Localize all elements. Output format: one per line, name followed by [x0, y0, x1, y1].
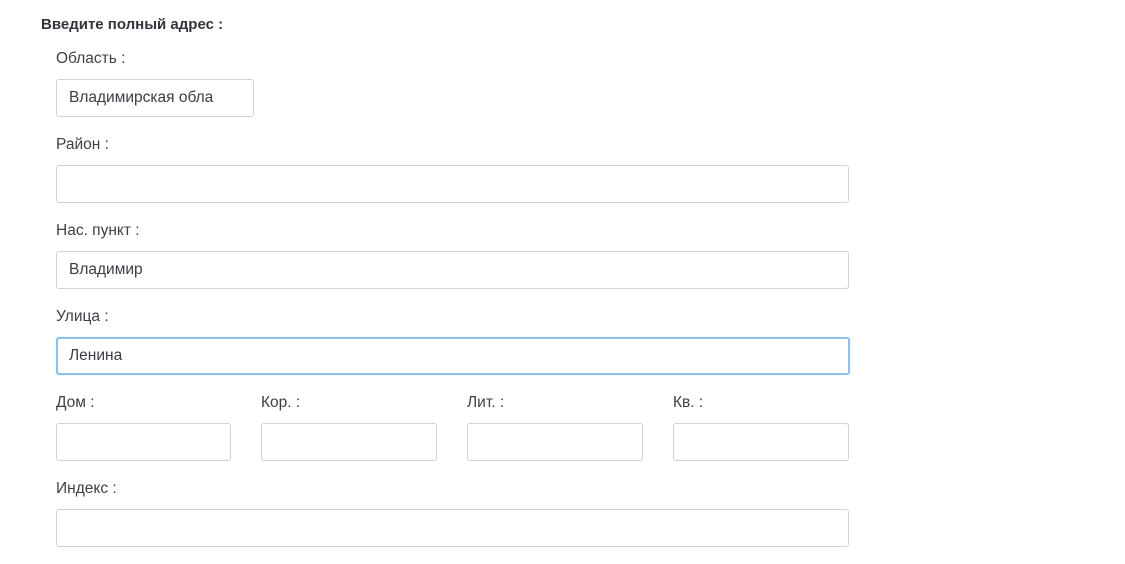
- postcode-input[interactable]: [56, 509, 849, 547]
- form-title: Введите полный адрес :: [41, 16, 224, 33]
- street-input[interactable]: [56, 337, 850, 375]
- region-input[interactable]: [56, 79, 254, 117]
- house-input[interactable]: [56, 423, 231, 461]
- district-input[interactable]: [56, 165, 849, 203]
- building-label: Кор. :: [261, 394, 301, 411]
- postcode-label: Индекс :: [56, 480, 117, 497]
- street-label: Улица :: [56, 308, 109, 325]
- apartment-input[interactable]: [673, 423, 849, 461]
- house-label: Дом :: [56, 394, 95, 411]
- region-label: Область :: [56, 50, 126, 67]
- letter-input[interactable]: [467, 423, 643, 461]
- letter-label: Лит. :: [467, 394, 505, 411]
- locality-label: Нас. пункт :: [56, 222, 140, 239]
- locality-input[interactable]: [56, 251, 849, 289]
- building-input[interactable]: [261, 423, 437, 461]
- apartment-label: Кв. :: [673, 394, 704, 411]
- district-label: Район :: [56, 136, 109, 153]
